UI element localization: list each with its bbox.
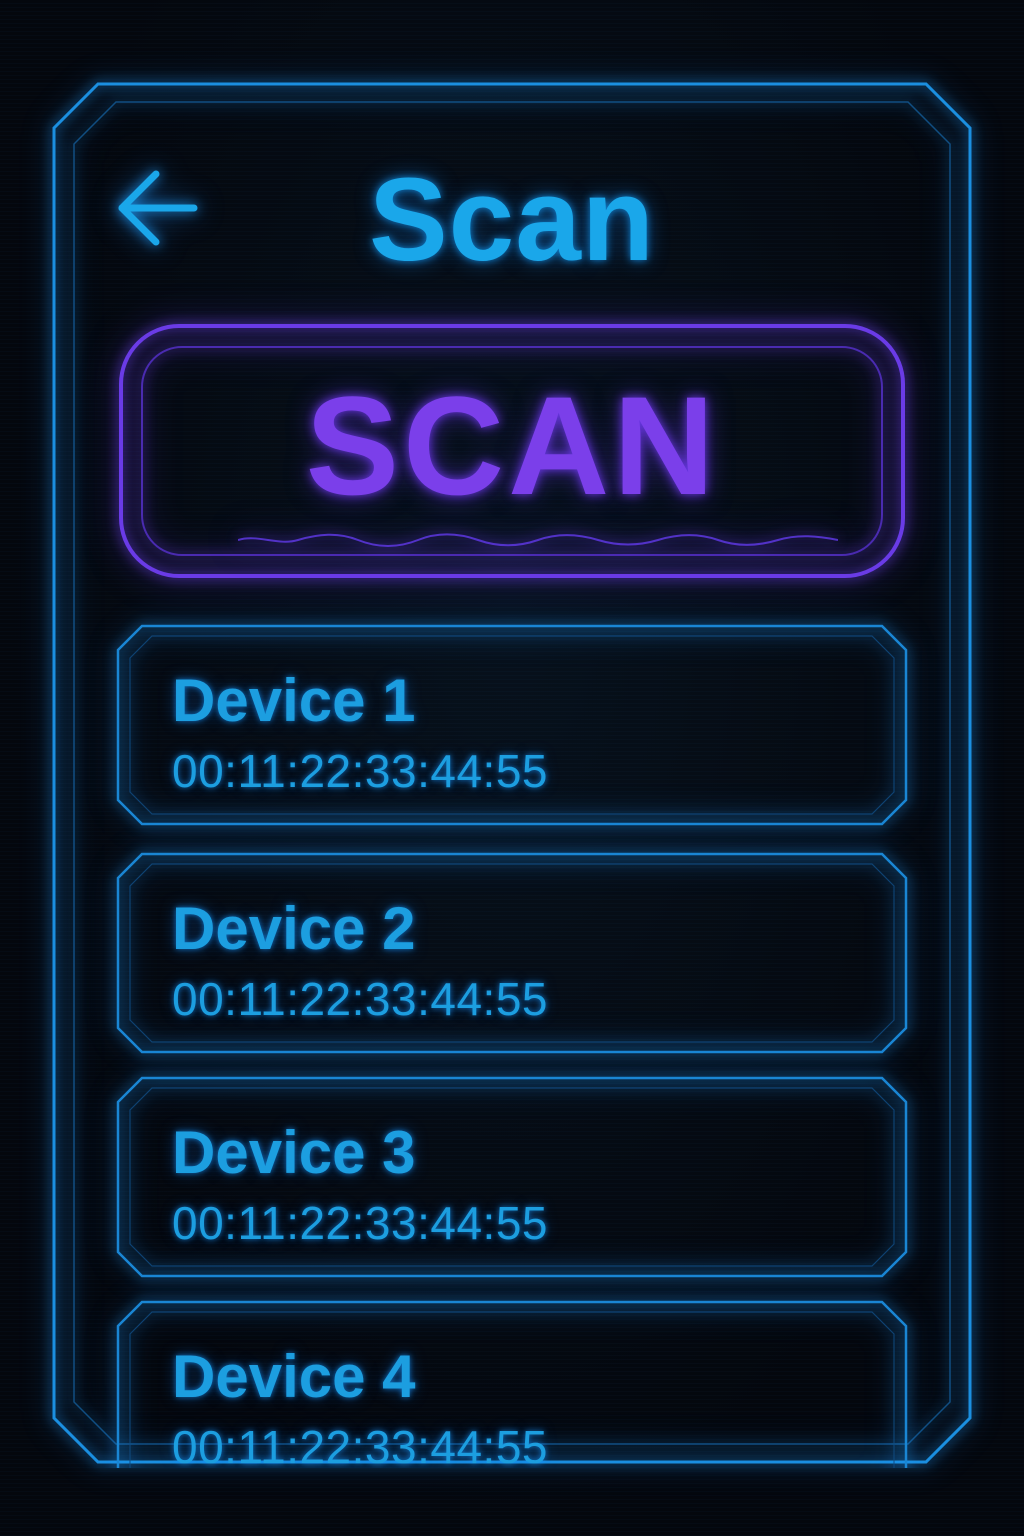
device-mac-address: 00:11:22:33:44:55 (172, 1197, 548, 1249)
device-card-4[interactable]: Device 4 00:11:22:33:44:55 (116, 1300, 908, 1468)
device-mac-address: 00:11:22:33:44:55 (172, 1421, 548, 1468)
device-card-3[interactable]: Device 3 00:11:22:33:44:55 (116, 1076, 908, 1278)
device-list: Device 1 00:11:22:33:44:55 Device 2 00:1… (0, 0, 1024, 1468)
device-mac-address: 00:11:22:33:44:55 (172, 973, 548, 1025)
device-mac-address: 00:11:22:33:44:55 (172, 745, 548, 797)
device-name: Device 2 (172, 895, 416, 962)
device-name: Device 1 (172, 667, 416, 734)
device-name: Device 4 (172, 1343, 416, 1410)
device-card-2[interactable]: Device 2 00:11:22:33:44:55 (116, 852, 908, 1054)
device-card-1[interactable]: Device 1 00:11:22:33:44:55 (116, 624, 908, 826)
device-name: Device 3 (172, 1119, 416, 1186)
